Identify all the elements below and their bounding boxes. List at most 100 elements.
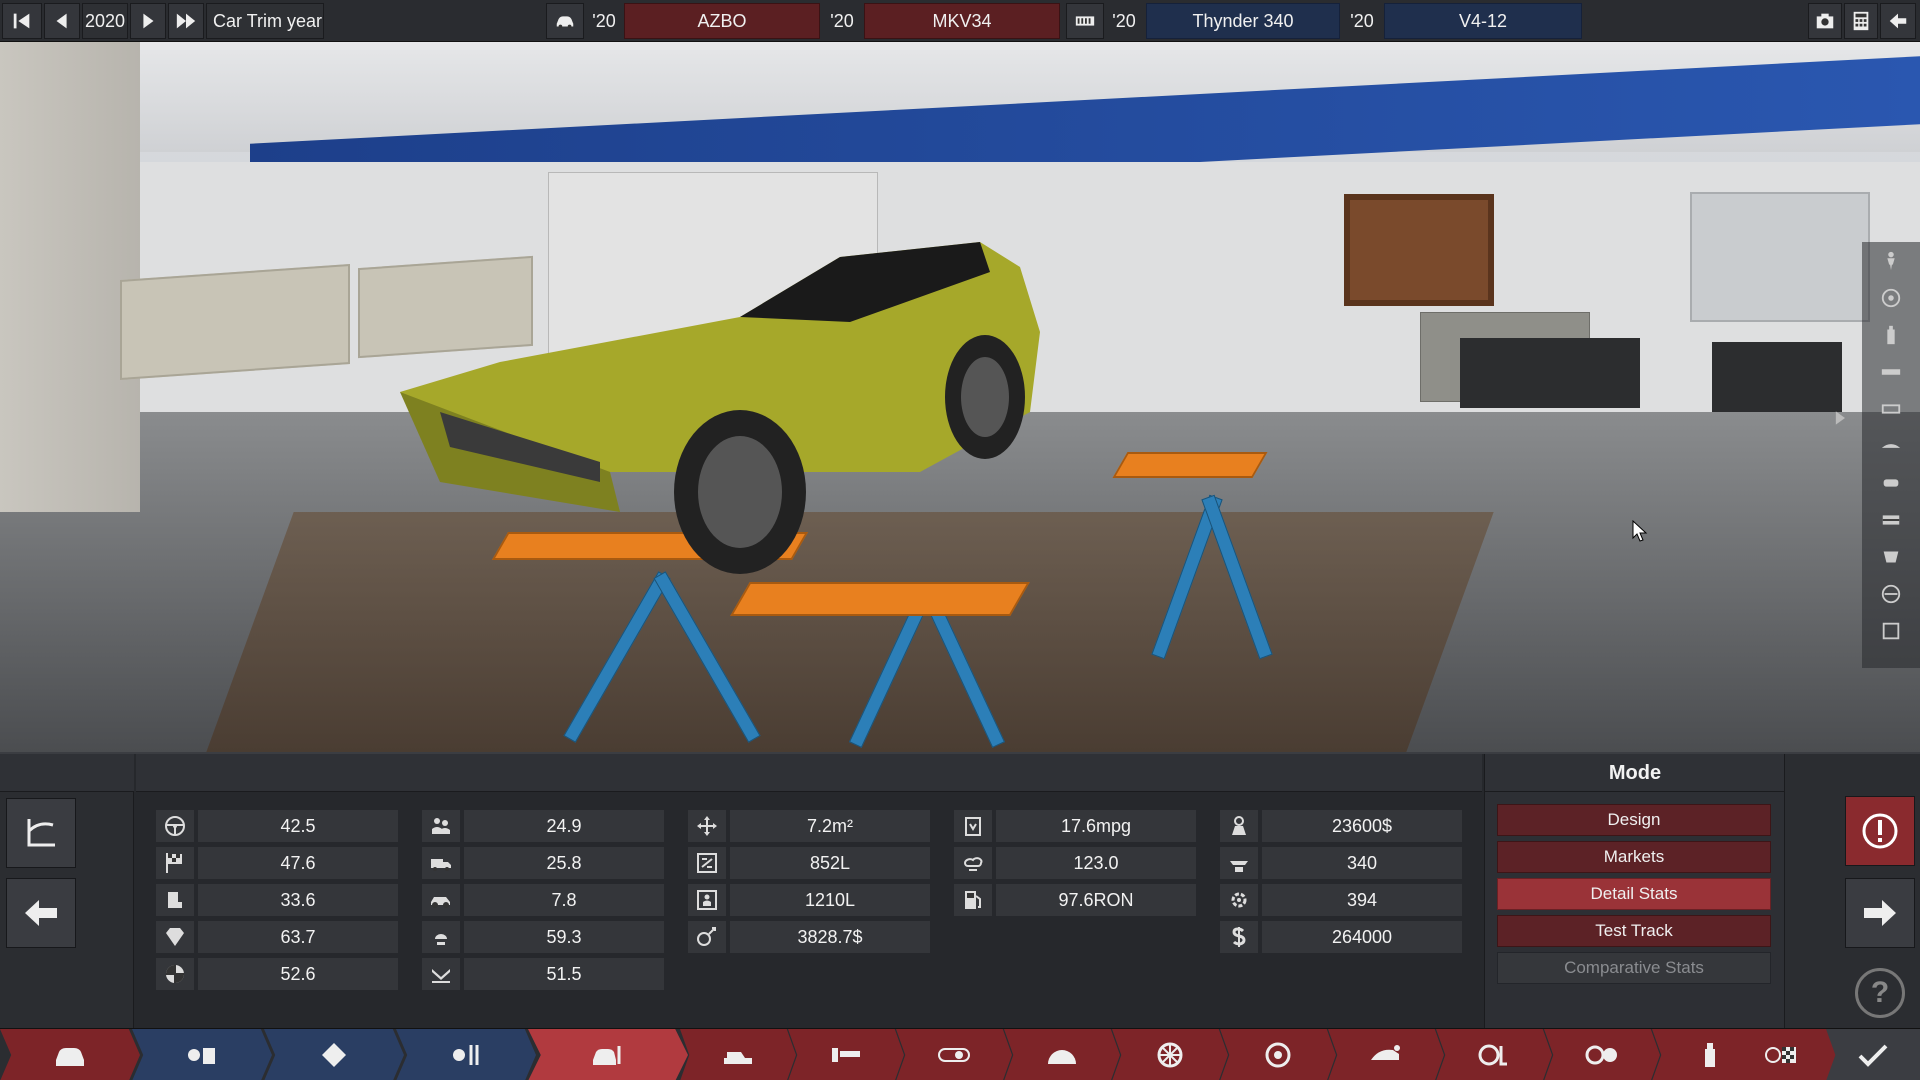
stat-row: 23600$ <box>1220 810 1462 842</box>
rim-part-button[interactable] <box>1862 575 1920 612</box>
engineering-cost-icon <box>697 927 716 946</box>
arrow-right-icon <box>1864 900 1896 926</box>
sidebar-expand-button[interactable] <box>1826 404 1854 432</box>
year-prev-button[interactable] <box>44 3 80 39</box>
exit-button[interactable] <box>1880 3 1916 39</box>
model-name[interactable]: AZBO <box>624 3 820 39</box>
nav-aero-tab[interactable] <box>1004 1029 1120 1080</box>
brake-disc-icon <box>1265 1042 1291 1068</box>
diamond-icon <box>166 928 184 946</box>
nav-chassis-tab[interactable] <box>680 1029 796 1080</box>
mode-detail-stats-button[interactable]: Detail Stats <box>1497 878 1771 910</box>
stat-row: 47.6 <box>156 847 398 879</box>
passenger-volume-icon <box>697 890 717 910</box>
nav-model-tab[interactable] <box>0 1029 140 1080</box>
fuel-octane-icon <box>965 891 981 909</box>
screenshot-button[interactable] <box>1808 3 1842 39</box>
nav-suspension-tab[interactable] <box>896 1029 1012 1080</box>
fixtures-icon <box>1371 1045 1400 1060</box>
spoiler-icon <box>1881 443 1901 448</box>
bumper-icon <box>1881 403 1901 414</box>
triangle-right-icon <box>143 13 154 29</box>
nav-engine-tune-tab[interactable] <box>396 1029 536 1080</box>
left-tools <box>0 754 134 1030</box>
nav-fixtures-tab[interactable] <box>1328 1029 1444 1080</box>
stat-row: 25.8 <box>422 847 664 879</box>
wheel-icon <box>1881 288 1901 307</box>
nav-engine-parts-tab[interactable] <box>264 1029 404 1080</box>
mode-markets-button[interactable]: Markets <box>1497 841 1771 873</box>
axis-view-button[interactable] <box>6 798 76 868</box>
stats-panel: 42.5 47.6 33.6 63.7 52.6 24.9 25.8 7.8 5… <box>0 752 1920 1030</box>
spray-can-icon <box>1887 325 1895 344</box>
model-select-button[interactable] <box>546 3 584 39</box>
safety-badge-icon <box>166 965 184 983</box>
notice-board <box>1344 194 1494 306</box>
headlight-icon <box>1883 478 1899 487</box>
garage-3d-view[interactable] <box>0 42 1920 752</box>
mode-design-button[interactable]: Design <box>1497 804 1771 836</box>
engine-family-icon <box>188 1048 215 1064</box>
badge-icon <box>1883 551 1899 562</box>
skip-back-button[interactable] <box>2 3 42 39</box>
nav-engine-family-tab[interactable] <box>132 1029 272 1080</box>
steering-wheel-icon <box>1478 1044 1507 1066</box>
fuel-economy-icon <box>965 817 981 836</box>
lights-part-button[interactable] <box>1862 464 1920 501</box>
nav-body-tab[interactable] <box>788 1029 904 1080</box>
wheel-part-button[interactable] <box>1862 279 1920 316</box>
badge-part-button[interactable] <box>1862 538 1920 575</box>
nav-interior-tab[interactable] <box>1436 1029 1552 1080</box>
utility-truck-icon <box>431 859 451 871</box>
help-icon[interactable]: ? <box>1855 968 1905 1018</box>
grille-part-button[interactable] <box>1862 501 1920 538</box>
engine-select-button[interactable] <box>1066 3 1104 39</box>
paint-part-button[interactable] <box>1862 316 1920 353</box>
misc-part-button[interactable] <box>1862 612 1920 649</box>
year-fast-forward-button[interactable] <box>168 3 204 39</box>
wheel-icon <box>1157 1042 1183 1068</box>
tool-pegboard-left <box>120 263 350 381</box>
car-model[interactable] <box>380 212 1280 592</box>
square-icon <box>1882 622 1900 639</box>
body-panels-icon <box>832 1048 860 1062</box>
exhaust-icon <box>1881 368 1901 375</box>
driver-part-button[interactable] <box>1862 242 1920 279</box>
warnings-button[interactable] <box>1845 796 1915 866</box>
exhaust-part-button[interactable] <box>1862 353 1920 390</box>
fast-forward-icon <box>176 13 196 29</box>
stat-row: 394 <box>1220 884 1462 916</box>
chassis-icon <box>724 1052 752 1064</box>
variant-name[interactable]: V4-12 <box>1384 3 1582 39</box>
car-trim-year-label: Car Trim year <box>206 3 324 39</box>
nav-safety-tab[interactable] <box>1544 1029 1660 1080</box>
engine-name[interactable]: Thynder 340 <box>1146 3 1340 39</box>
car-trim-icon <box>593 1046 621 1065</box>
reliability-icon <box>432 969 450 983</box>
checkmark-icon <box>1858 1044 1888 1067</box>
environment-icon <box>435 934 447 945</box>
trim-name[interactable]: MKV34 <box>864 3 1060 39</box>
mode-title: Mode <box>1608 762 1662 784</box>
nav-wheels-tab[interactable] <box>1112 1029 1228 1080</box>
calculator-icon <box>1853 11 1869 31</box>
stat-row: 7.8 <box>422 884 664 916</box>
bumper-part-button[interactable] <box>1862 390 1920 427</box>
nav-brakes-tab[interactable] <box>1220 1029 1336 1080</box>
calculator-button[interactable] <box>1844 3 1878 39</box>
spoiler-part-button[interactable] <box>1862 427 1920 464</box>
nav-trim-tab[interactable] <box>528 1029 688 1080</box>
arrow-left-icon <box>25 900 57 926</box>
nav-finish-tab[interactable] <box>1826 1029 1920 1080</box>
nav-testing-tab[interactable] <box>1724 1029 1840 1080</box>
mode-test-track-button[interactable]: Test Track <box>1497 915 1771 947</box>
unit-cost-icon <box>1232 816 1246 835</box>
back-button[interactable] <box>6 878 76 948</box>
car-body-icon <box>56 1048 84 1066</box>
stat-row: 24.9 <box>422 810 664 842</box>
next-button[interactable] <box>1845 878 1915 948</box>
year-next-button[interactable] <box>130 3 166 39</box>
mode-comparative-stats-button[interactable]: Comparative Stats <box>1497 952 1771 984</box>
variant-year: '20 <box>1350 10 1374 31</box>
stat-row: 340 <box>1220 847 1462 879</box>
